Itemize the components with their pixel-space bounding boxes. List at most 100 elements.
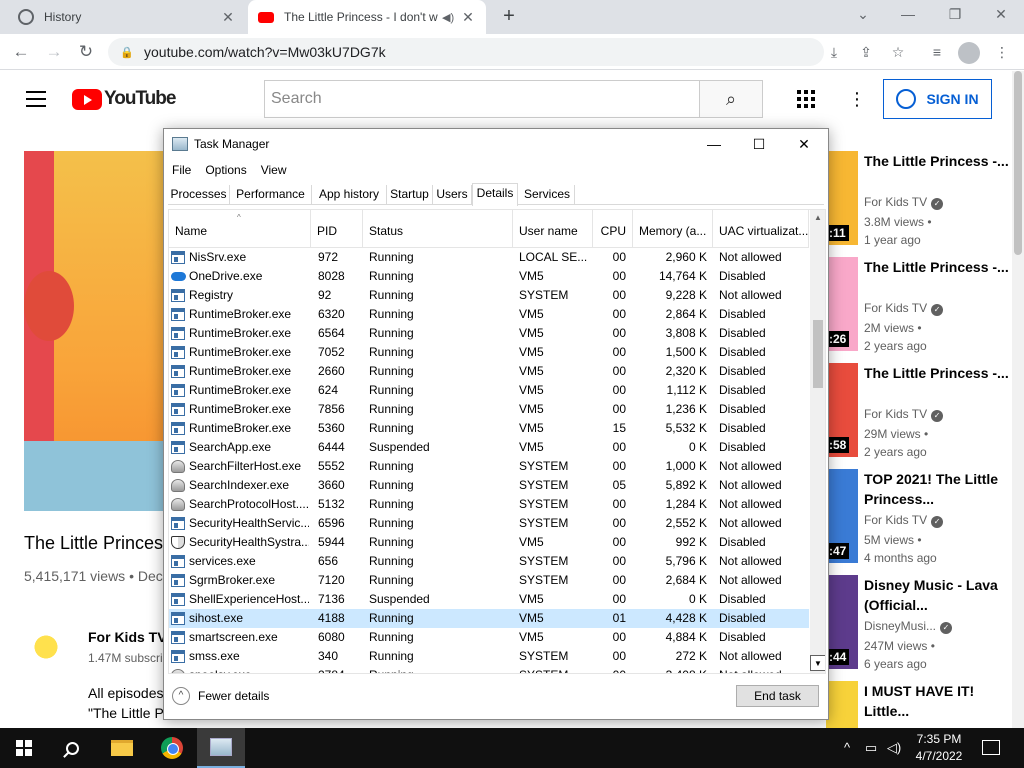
profile-avatar[interactable] [958,42,980,64]
tab-details[interactable]: Details [472,183,518,206]
process-row[interactable]: ShellExperienceHost.... 7136 Suspended VM5 0… [169,590,809,609]
video-player[interactable] [24,151,174,511]
back-icon[interactable]: ← [10,41,32,63]
recommended-video[interactable]: I MUST HAVE IT! Little... [826,681,1016,728]
channel-avatar[interactable] [26,627,66,667]
tab-search-icon[interactable]: ⌄ [851,6,875,26]
network-icon[interactable]: ▭ [860,728,882,768]
process-row[interactable]: RuntimeBroker.exe 5360 Running VM5 15 5,532 K… [169,419,809,438]
process-row[interactable]: RuntimeBroker.exe 6320 Running VM5 00 2,864 K… [169,305,809,324]
video-thumbnail[interactable] [826,681,858,728]
tab-history[interactable]: History ✕ [8,0,246,34]
process-row[interactable]: Registry 92 Running SYSTEM 00 9,228 K Not allo… [169,286,809,305]
lock-icon[interactable]: 🔒 [120,46,136,59]
fewer-details-button[interactable]: ^ Fewer details [172,687,269,705]
tab-users[interactable]: Users [433,185,472,205]
scroll-up-icon[interactable]: ▲ [810,210,825,226]
column-header-pid[interactable]: PID [311,210,363,248]
recommended-title[interactable]: I MUST HAVE IT! Little... [864,681,1014,721]
new-tab-button[interactable]: + [498,6,520,28]
end-task-button[interactable]: End task [736,685,819,707]
column-header-uac[interactable]: UAC virtualizat... [713,210,809,248]
tab-startup[interactable]: Startup [387,185,433,205]
close-tab-icon[interactable]: ✕ [460,9,476,26]
chrome-menu-icon[interactable]: ⋮ [992,42,1012,62]
process-row[interactable]: SearchApp.exe 6444 Suspended VM5 00 0 K Disabl… [169,438,809,457]
apps-grid-icon[interactable] [797,90,815,108]
menu-view[interactable]: View [261,160,287,180]
page-scrollbar[interactable] [1012,71,1024,728]
start-button[interactable] [0,728,48,768]
address-bar[interactable]: 🔒 youtube.com/watch?v=Mw03kU7DG7k [108,38,824,66]
task-manager-taskbar-button[interactable] [197,728,245,768]
process-row[interactable]: spoolsv.exe 2784 Running SYSTEM00 3,408 K Not… [169,666,809,673]
process-row[interactable]: RuntimeBroker.exe 6564 Running VM5 00 3,808 K… [169,324,809,343]
file-explorer-button[interactable] [98,728,146,768]
process-row[interactable]: RuntimeBroker.exe 624 Running VM5 00 1,112 K D… [169,381,809,400]
tab-youtube[interactable]: The Little Princess - I don't w ◀) ✕ [248,0,486,34]
process-row[interactable]: services.exe 656 Running SYSTEM 00 5,796 K Not… [169,552,809,571]
process-row[interactable]: RuntimeBroker.exe 2660 Running VM5 00 2,320 K… [169,362,809,381]
process-row[interactable]: NisSrv.exe 972 Running LOCAL SE... 00 2,960 K… [169,248,809,267]
column-header-cpu[interactable]: CPU [593,210,633,248]
process-row[interactable]: SgrmBroker.exe 7120 Running SYSTEM 00 2,684 K… [169,571,809,590]
process-row[interactable]: RuntimeBroker.exe 7856 Running VM5 00 1,236 K… [169,400,809,419]
column-header-user-name[interactable]: User name [513,210,593,248]
taskbar-search-button[interactable] [48,728,96,768]
recommended-video[interactable]: :44 Disney Music - Lava (Official... Disne… [826,575,1016,675]
notifications-icon[interactable] [982,740,1000,755]
more-options-icon[interactable]: ⋮ [848,89,866,110]
channel-name[interactable]: For Kids TV [88,629,167,645]
recommended-title[interactable]: The Little Princess -... [864,363,1014,383]
close-tab-icon[interactable]: ✕ [220,9,236,26]
process-row[interactable]: SecurityHealthSystra... 5944 Running VM5 00 9… [169,533,809,552]
share-icon[interactable]: ⇪ [856,42,876,62]
volume-icon[interactable]: ◁) [884,728,904,768]
column-header-status[interactable]: Status [363,210,513,248]
scroll-thumb[interactable] [813,320,823,388]
restore-icon[interactable]: ❐ [943,6,967,26]
recommended-title[interactable]: Disney Music - Lava (Official... [864,575,1014,615]
search-input[interactable]: Search [264,80,700,118]
taskbar-clock[interactable]: 7:35 PM 4/7/2022 [904,731,974,765]
scroll-down-icon[interactable]: ▼ [810,655,825,671]
sign-in-button[interactable]: SIGN IN [883,79,992,119]
youtube-logo[interactable]: YouTube [72,88,176,110]
recommended-title[interactable]: The Little Princess -... [864,151,1014,171]
chrome-taskbar-button[interactable] [148,728,196,768]
process-row[interactable]: SecurityHealthServic... 6596 Running SYSTEM… [169,514,809,533]
menu-file[interactable]: File [172,160,191,180]
process-row[interactable]: SearchFilterHost.exe 5552 Running SYSTEM 00 1… [169,457,809,476]
menu-options[interactable]: Options [205,160,246,180]
forward-icon[interactable]: → [43,41,65,63]
recommended-video[interactable]: :26 The Little Princess -... For Kids TV ✓ 2… [826,257,1016,357]
audio-playing-icon[interactable]: ◀) [442,11,460,24]
process-row[interactable]: RuntimeBroker.exe 7052 Running VM5 00 1,500 K… [169,343,809,362]
media-control-icon[interactable]: ≡ [927,42,947,62]
bookmark-star-icon[interactable]: ☆ [888,42,908,62]
process-row[interactable]: smss.exe 340 Running SYSTEM 00 272 K Not allow… [169,647,809,666]
search-button[interactable]: ⌕ [699,80,763,118]
recommended-video[interactable]: :11 The Little Princess -... For Kids TV ✓ 3… [826,151,1016,251]
recommended-title[interactable]: TOP 2021! The Little Princess... [864,469,1014,509]
hamburger-menu-icon[interactable] [26,91,46,107]
grid-scrollbar[interactable]: ▲ ▼ [810,210,825,673]
close-window-icon[interactable]: ✕ [989,6,1013,26]
recommended-video[interactable]: :47 TOP 2021! The Little Princess... For K… [826,469,1016,569]
maximize-icon[interactable]: ☐ [737,133,781,155]
process-row[interactable]: smartscreen.exe 6080 Running VM5 00 4,884 K Di… [169,628,809,647]
close-icon[interactable]: ✕ [782,133,826,155]
minimize-icon[interactable]: — [896,6,920,26]
task-manager-titlebar[interactable]: Task Manager — ☐ ✕ [164,129,828,159]
install-app-icon[interactable]: ⤓ [824,42,844,62]
tab-services[interactable]: Services [520,185,575,205]
recommended-title[interactable]: The Little Princess -... [864,257,1014,277]
column-header-memory[interactable]: Memory (a... [633,210,713,248]
recommended-video[interactable]: :58 The Little Princess -... For Kids TV ✓ 2… [826,363,1016,463]
minimize-icon[interactable]: — [692,133,736,155]
reload-icon[interactable]: ↻ [75,41,97,63]
tab-processes[interactable]: Processes [168,185,230,205]
process-row[interactable]: sihost.exe 4188 Running VM5 01 4,428 K Disable… [169,609,809,628]
tab-performance[interactable]: Performance [230,185,312,205]
process-row[interactable]: SearchIndexer.exe 3660 Running SYSTEM 05 5,89… [169,476,809,495]
